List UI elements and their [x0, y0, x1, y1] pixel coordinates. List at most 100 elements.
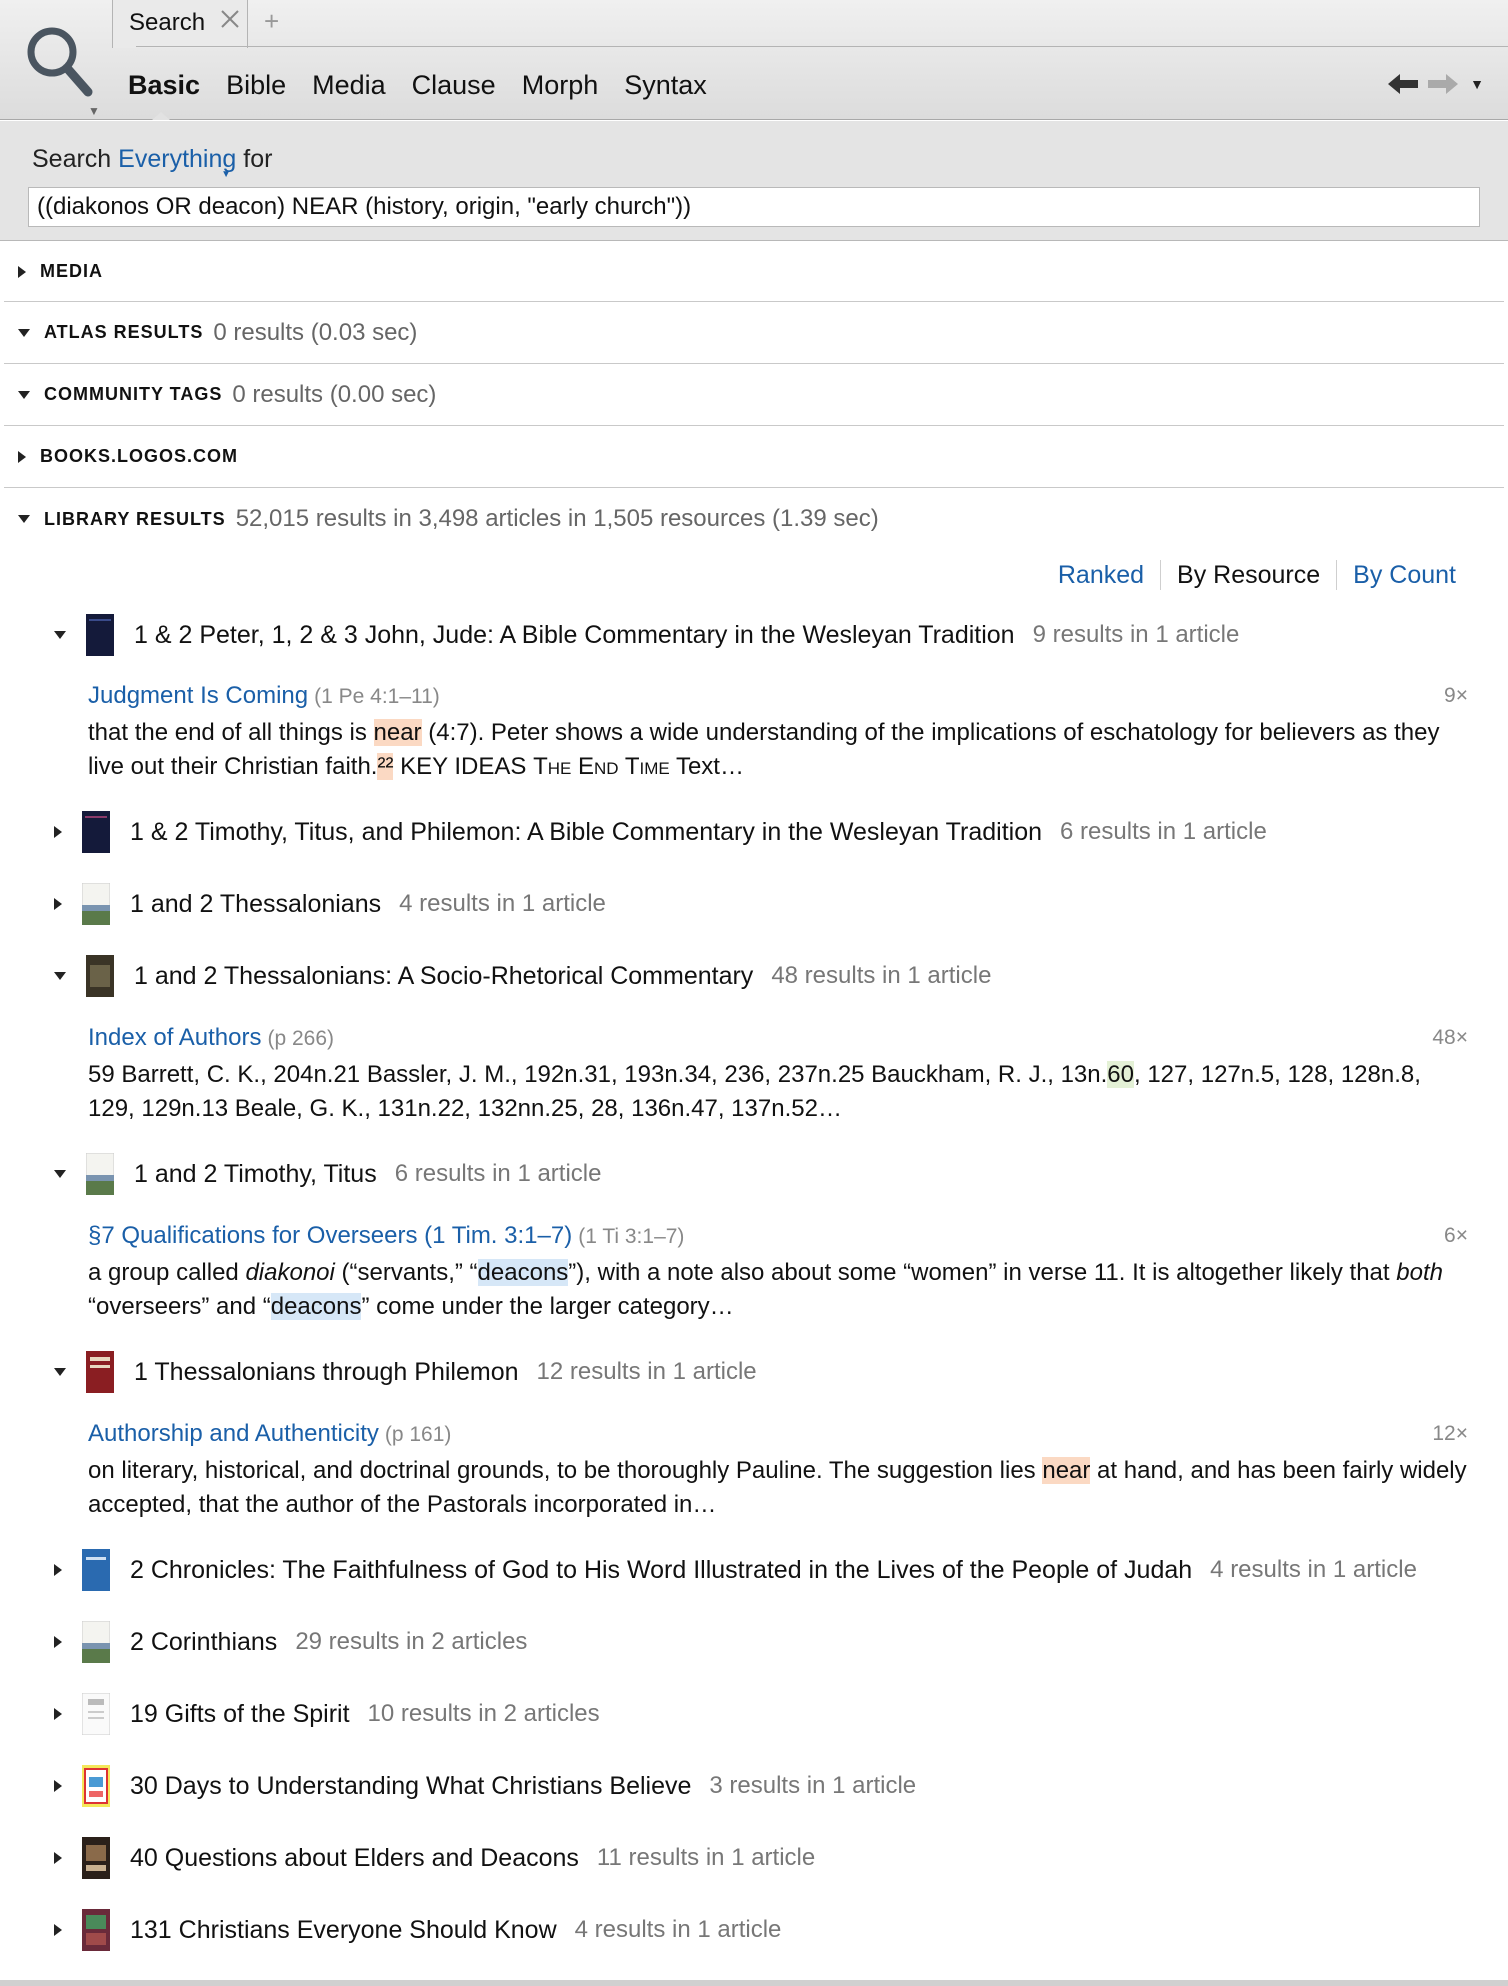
- tab-media[interactable]: Media: [312, 70, 386, 101]
- resource-row[interactable]: 1 and 2 Timothy, Titus 6 results in 1 ar…: [54, 1149, 601, 1199]
- sort-ranked[interactable]: Ranked: [1042, 561, 1160, 590]
- hit-count: 6×: [1444, 1224, 1468, 1247]
- expand-triangle-icon[interactable]: [54, 826, 62, 838]
- snippet-text: KEY IDEAS: [393, 753, 534, 780]
- section-library-results[interactable]: LIBRARY RESULTS 52,015 results in 3,498 …: [4, 488, 1504, 550]
- expand-triangle-icon[interactable]: [54, 1564, 62, 1576]
- resource-title[interactable]: 1 and 2 Thessalonians: [130, 890, 381, 919]
- resource-row[interactable]: 1 and 2 Thessalonians 4 results in 1 art…: [54, 879, 606, 929]
- footnote-marker: ²²: [377, 753, 394, 780]
- search-scope-label: Everything: [118, 145, 237, 173]
- expand-triangle-icon[interactable]: [54, 1708, 62, 1720]
- search-prefix: Search: [32, 145, 112, 173]
- snippet-text: that the end of all things is: [88, 719, 374, 746]
- magnifier-icon[interactable]: [22, 22, 94, 102]
- collapse-triangle-icon[interactable]: [18, 390, 30, 399]
- section-media[interactable]: MEDIA: [4, 242, 1504, 302]
- search-hit: §7 Qualifications for Overseers (1 Tim. …: [88, 1222, 1468, 1324]
- tab-basic[interactable]: Basic: [128, 70, 200, 101]
- resource-title[interactable]: 131 Christians Everyone Should Know: [130, 1916, 557, 1945]
- search-suffix: for: [243, 145, 273, 173]
- search-query-input[interactable]: ((diakonos OR deacon) NEAR (history, ori…: [28, 187, 1480, 227]
- resource-row[interactable]: 2 Corinthians 29 results in 2 articles: [54, 1617, 527, 1667]
- snippet-text: a group called: [88, 1259, 246, 1286]
- resource-title[interactable]: 1 & 2 Timothy, Titus, and Philemon: A Bi…: [130, 818, 1042, 847]
- book-cover-icon: [82, 1909, 110, 1951]
- resource-title[interactable]: 30 Days to Understanding What Christians…: [130, 1772, 691, 1801]
- resource-row[interactable]: 1 & 2 Peter, 1, 2 & 3 John, Jude: A Bibl…: [54, 610, 1239, 660]
- hit-reference: (p 266): [267, 1027, 334, 1050]
- section-community-tags[interactable]: COMMUNITY TAGS 0 results (0.00 sec): [4, 364, 1504, 426]
- resource-title[interactable]: 1 & 2 Peter, 1, 2 & 3 John, Jude: A Bibl…: [134, 621, 1015, 650]
- hit-snippet[interactable]: that the end of all things is near (4:7)…: [88, 716, 1468, 784]
- resource-title[interactable]: 2 Corinthians: [130, 1628, 277, 1657]
- tab-morph[interactable]: Morph: [522, 70, 599, 101]
- history-navigation: ▼: [1380, 72, 1484, 96]
- expand-triangle-icon[interactable]: [18, 265, 26, 278]
- hit-article-link[interactable]: Index of Authors: [88, 1024, 261, 1052]
- hit-article-link[interactable]: Authorship and Authenticity: [88, 1420, 379, 1448]
- resource-row[interactable]: 1 and 2 Thessalonians: A Socio-Rhetorica…: [54, 951, 991, 1001]
- hit-reference: (1 Pe 4:1–11): [314, 685, 440, 708]
- hit-snippet[interactable]: on literary, historical, and doctrinal g…: [88, 1454, 1468, 1522]
- hit-article-link[interactable]: §7 Qualifications for Overseers (1 Tim. …: [88, 1222, 572, 1250]
- highlight-match: deacons: [270, 1293, 362, 1320]
- section-meta: 52,015 results in 3,498 articles in 1,50…: [235, 505, 879, 532]
- search-hit: Index of Authors (p 266) 48× 59 Barrett,…: [88, 1024, 1468, 1126]
- section-title: MEDIA: [40, 261, 103, 281]
- resource-row[interactable]: 19 Gifts of the Spirit 10 results in 2 a…: [54, 1689, 600, 1739]
- history-dropdown-icon[interactable]: ▼: [1470, 76, 1484, 92]
- resource-row[interactable]: 131 Christians Everyone Should Know 4 re…: [54, 1905, 781, 1955]
- hit-header: Index of Authors (p 266) 48×: [88, 1024, 1468, 1058]
- section-books-logos[interactable]: BOOKS.LOGOS.COM: [4, 426, 1504, 488]
- tab-search[interactable]: Search: [112, 0, 248, 48]
- collapse-triangle-icon[interactable]: [54, 631, 66, 639]
- expand-triangle-icon[interactable]: [54, 1780, 62, 1792]
- tab-bible[interactable]: Bible: [226, 70, 286, 101]
- expand-triangle-icon[interactable]: [54, 1636, 62, 1648]
- resource-row[interactable]: 40 Questions about Elders and Deacons 11…: [54, 1833, 815, 1883]
- add-tab-button[interactable]: +: [264, 6, 279, 37]
- collapse-triangle-icon[interactable]: [54, 972, 66, 980]
- resource-title[interactable]: 1 and 2 Timothy, Titus: [134, 1160, 377, 1189]
- resource-row[interactable]: 1 Thessalonians through Philemon 12 resu…: [54, 1347, 757, 1397]
- collapse-triangle-icon[interactable]: [18, 515, 30, 523]
- forward-arrow-icon[interactable]: [1426, 72, 1460, 96]
- highlight-match: deacons: [477, 1259, 569, 1286]
- close-icon[interactable]: [219, 8, 241, 30]
- expand-triangle-icon[interactable]: [54, 1852, 62, 1864]
- collapse-triangle-icon[interactable]: [18, 328, 30, 337]
- section-title: BOOKS.LOGOS.COM: [40, 446, 239, 466]
- hit-article-link[interactable]: Judgment Is Coming: [88, 682, 308, 710]
- resource-title[interactable]: 1 Thessalonians through Philemon: [134, 1358, 519, 1387]
- collapse-triangle-icon[interactable]: [54, 1368, 66, 1376]
- book-cover-icon: [86, 1351, 114, 1393]
- search-menu-caret-icon[interactable]: ▼: [88, 104, 100, 118]
- hit-count: 12×: [1432, 1422, 1468, 1445]
- snippet-text: Text…: [669, 753, 744, 780]
- resource-meta: 6 results in 1 article: [1060, 818, 1267, 845]
- search-scope-selector[interactable]: Everything ▼: [118, 145, 237, 180]
- resource-title[interactable]: 2 Chronicles: The Faithfulness of God to…: [130, 1556, 1192, 1585]
- expand-triangle-icon[interactable]: [54, 1924, 62, 1936]
- scope-dropdown-icon: ▼: [221, 169, 232, 180]
- tab-divider: [136, 46, 1508, 47]
- expand-triangle-icon[interactable]: [18, 450, 26, 463]
- back-arrow-icon[interactable]: [1386, 72, 1420, 96]
- hit-snippet[interactable]: 59 Barrett, C. K., 204n.21 Bassler, J. M…: [88, 1058, 1468, 1126]
- tab-syntax[interactable]: Syntax: [624, 70, 707, 101]
- resource-row[interactable]: 30 Days to Understanding What Christians…: [54, 1761, 916, 1811]
- book-cover-icon: [86, 1153, 114, 1195]
- expand-triangle-icon[interactable]: [54, 898, 62, 910]
- section-atlas-results[interactable]: ATLAS RESULTS 0 results (0.03 sec): [4, 302, 1504, 364]
- collapse-triangle-icon[interactable]: [54, 1170, 66, 1178]
- sort-by-resource[interactable]: By Resource: [1161, 561, 1336, 590]
- resource-row[interactable]: 1 & 2 Timothy, Titus, and Philemon: A Bi…: [54, 807, 1267, 857]
- hit-snippet[interactable]: a group called diakonoi (“servants,” “de…: [88, 1256, 1468, 1324]
- resource-title[interactable]: 40 Questions about Elders and Deacons: [130, 1844, 579, 1873]
- resource-title[interactable]: 1 and 2 Thessalonians: A Socio-Rhetorica…: [134, 962, 753, 991]
- resource-title[interactable]: 19 Gifts of the Spirit: [130, 1700, 350, 1729]
- resource-row[interactable]: 2 Chronicles: The Faithfulness of God to…: [54, 1545, 1417, 1595]
- sort-by-count[interactable]: By Count: [1337, 561, 1472, 590]
- tab-clause[interactable]: Clause: [412, 70, 496, 101]
